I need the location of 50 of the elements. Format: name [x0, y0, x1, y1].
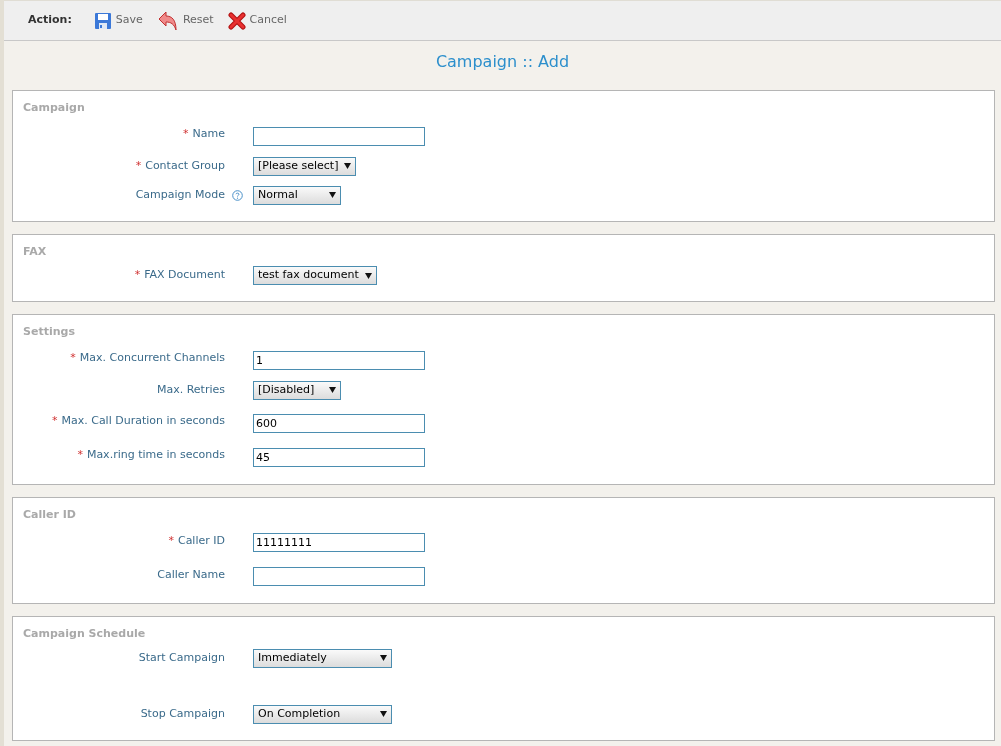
field-label: Start Campaign: [138, 649, 225, 666]
section-title: Campaign Schedule: [22, 626, 147, 642]
field-label: Caller ID: [177, 532, 225, 549]
required-mark: *: [77, 447, 83, 464]
field-label: Caller Name: [157, 566, 225, 583]
required-mark: *: [51, 413, 58, 430]
dropdown[interactable]: [Please select]: [253, 156, 357, 176]
caret-icon: [344, 163, 352, 169]
caret-icon: [329, 192, 336, 198]
field-label: Contact Group: [145, 157, 225, 174]
dropdown[interactable]: test fax document: [253, 266, 377, 285]
caret-icon: [329, 387, 336, 393]
dropdown[interactable]: [Disabled]: [253, 380, 341, 400]
field-label: Max. Retries: [156, 381, 225, 398]
undo-arrow-icon: [156, 10, 179, 31]
section-title: FAX: [22, 243, 48, 260]
toolbar-label: Action:: [28, 12, 72, 29]
field-label: Max.ring time in seconds: [86, 447, 225, 464]
required-mark: *: [135, 157, 142, 174]
help-icon[interactable]: [232, 189, 243, 201]
caret-icon: [380, 655, 387, 661]
text-field[interactable]: 1: [253, 350, 425, 370]
caret-icon: [380, 711, 387, 717]
text-field[interactable]: 600: [253, 413, 425, 433]
required-mark: *: [183, 126, 189, 143]
section-title: Campaign: [22, 100, 86, 116]
field-label: Campaign Mode: [135, 186, 225, 203]
text-field[interactable]: [253, 567, 425, 586]
required-mark: *: [70, 350, 76, 367]
text-field[interactable]: [253, 126, 425, 146]
dropdown[interactable]: On Completion: [253, 704, 392, 724]
field-label: Max. Call Duration in seconds: [61, 413, 225, 430]
toolbar-button[interactable]: Cancel: [227, 11, 287, 30]
required-mark: *: [134, 267, 141, 284]
dropdown[interactable]: Immediately: [253, 648, 392, 668]
text-field[interactable]: 45: [253, 447, 425, 467]
text-field[interactable]: 11111111: [253, 533, 425, 552]
close-icon: [227, 11, 246, 30]
toolbar-button[interactable]: Reset: [156, 10, 214, 31]
field-label: FAX Document: [144, 267, 225, 284]
field-label: Stop Campaign: [140, 705, 225, 722]
dropdown[interactable]: Normal: [253, 185, 341, 205]
section-title: Settings: [22, 324, 76, 340]
required-mark: *: [168, 532, 174, 549]
section-title: Caller ID: [22, 506, 77, 523]
caret-icon: [364, 272, 372, 279]
field-label: Name: [192, 126, 225, 143]
page-title: Campaign :: Add: [434, 51, 571, 73]
field-label: Max. Concurrent Channels: [79, 350, 225, 367]
toolbar-button[interactable]: Save: [93, 11, 143, 30]
